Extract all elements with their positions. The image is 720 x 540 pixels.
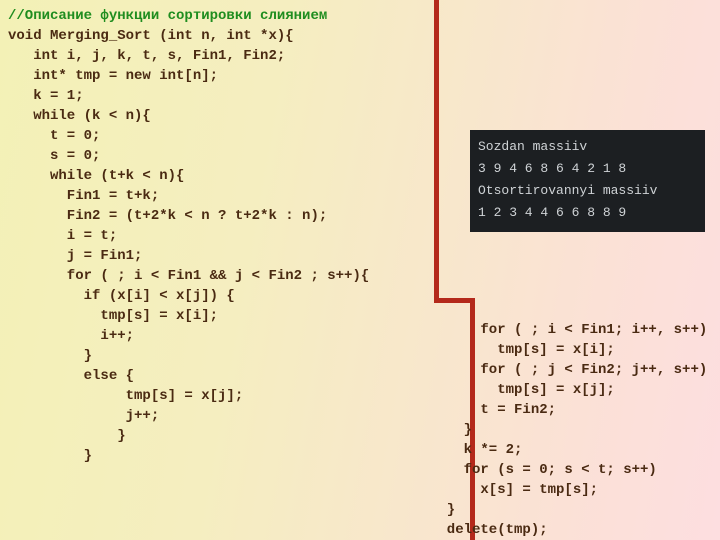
- code-block-right: for ( ; i < Fin1; i++, s++) tmp[s] = x[i…: [430, 320, 707, 540]
- code-comment: //Описание функции сортировки слиянием: [8, 8, 327, 24]
- console-output: Sozdan massiiv 3 9 4 6 8 6 4 2 1 8 Otsor…: [470, 130, 705, 232]
- slide: //Описание функции сортировки слиянием v…: [0, 0, 720, 540]
- divider-horizontal: [434, 298, 474, 303]
- code-lines-right: for ( ; i < Fin1; i++, s++) tmp[s] = x[i…: [430, 322, 707, 540]
- console-line: 3 9 4 6 8 6 4 2 1 8: [478, 158, 697, 180]
- console-line: 1 2 3 4 4 6 6 8 8 9: [478, 202, 697, 224]
- code-lines-left: void Merging_Sort (int n, int *x){ int i…: [8, 28, 369, 464]
- console-line: Sozdan massiiv: [478, 136, 697, 158]
- code-block-left: //Описание функции сортировки слиянием v…: [8, 6, 369, 466]
- divider-vertical-top: [434, 0, 439, 300]
- console-line: Otsortirovannyi massiiv: [478, 180, 697, 202]
